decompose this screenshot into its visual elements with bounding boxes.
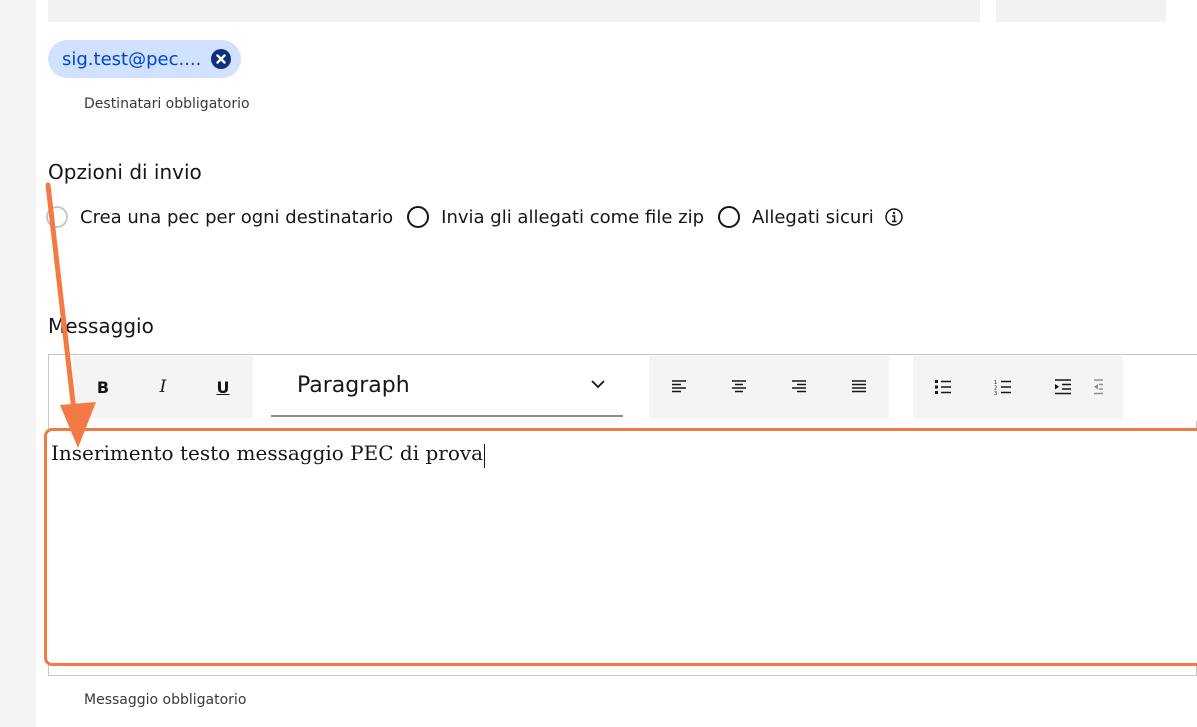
annotation-arrow-icon — [45, 182, 96, 448]
